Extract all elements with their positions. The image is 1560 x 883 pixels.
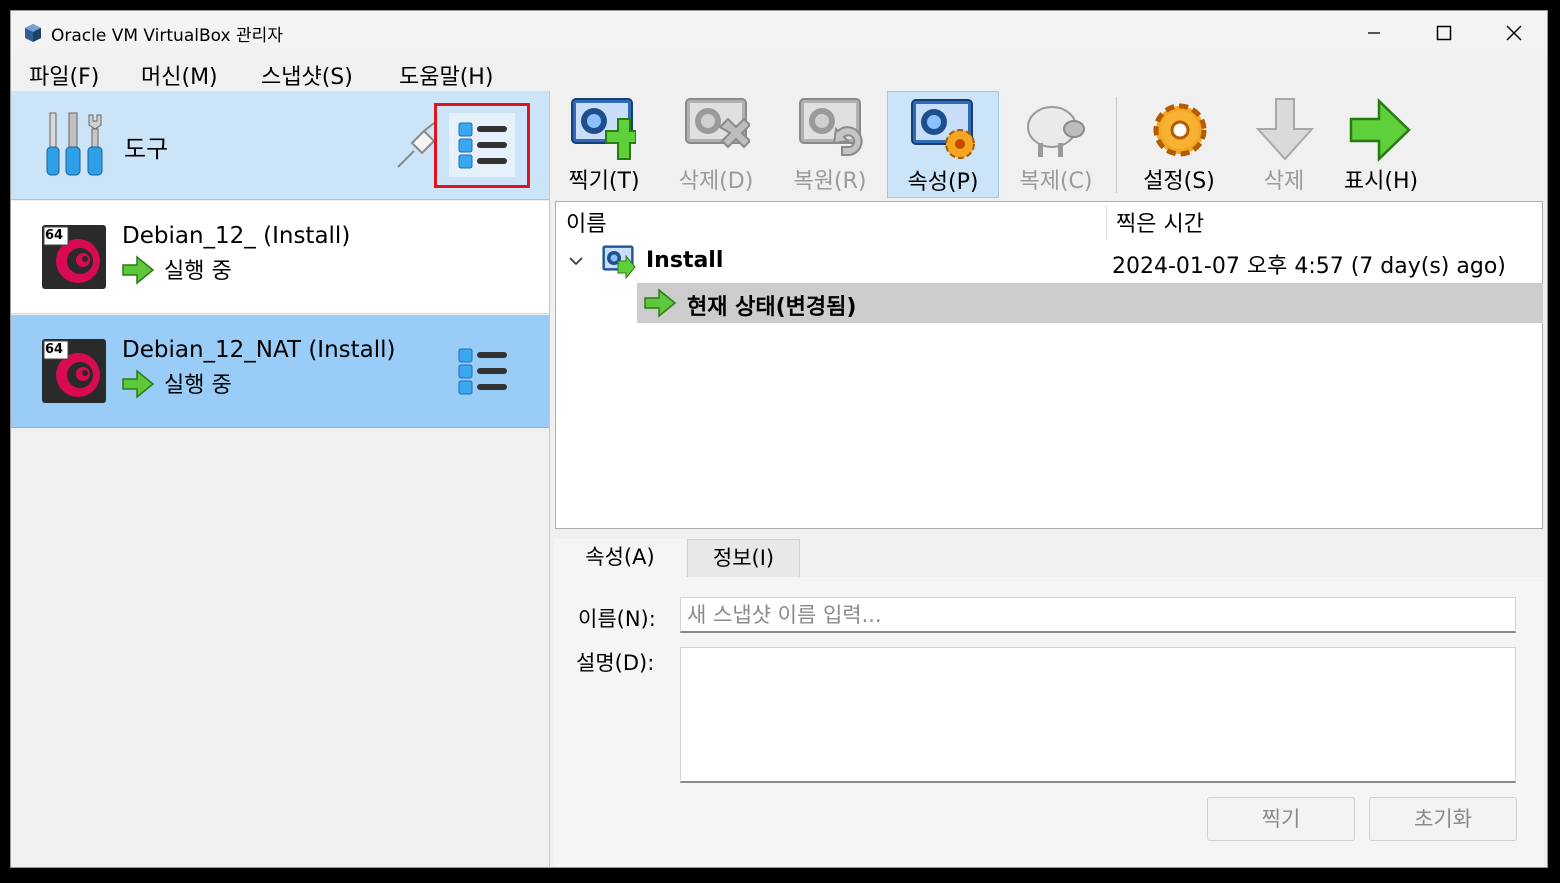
tools-item[interactable]: 도구 <box>11 91 549 200</box>
restore-snapshot-button[interactable]: 복원(R) <box>780 91 880 199</box>
show-label: 표시(H) <box>1343 169 1419 194</box>
snapshot-name: Install <box>646 248 724 273</box>
virtualbox-window: Oracle VM VirtualBox 관리자 파일(F) 머신(M) 스냅샷… <box>10 10 1548 868</box>
take-label: 찍기(T) <box>568 169 640 194</box>
tools-icon <box>46 112 103 176</box>
snapshot-online-icon <box>602 245 636 279</box>
settings-gear-icon <box>1153 103 1207 157</box>
vm-state: 실행 중 <box>164 373 232 398</box>
settings-label: 설정(S) <box>1143 169 1215 194</box>
properties-panel: 이름(N): 설명(D): 찍기 초기화 <box>554 577 1544 867</box>
vm-menu-icon[interactable] <box>449 339 515 403</box>
clone-button[interactable]: 복제(C) <box>1006 91 1106 199</box>
chevron-down-icon[interactable] <box>568 255 584 267</box>
running-arrow-icon <box>122 369 155 399</box>
maximize-button[interactable] <box>1409 11 1479 55</box>
delete-snapshot-icon <box>685 98 750 149</box>
tools-label: 도구 <box>124 135 169 163</box>
menu-file[interactable]: 파일(F) <box>29 59 99 91</box>
minimize-button[interactable] <box>1339 11 1409 55</box>
arch-badge: 64 <box>45 228 64 243</box>
current-state-row[interactable]: 현재 상태(변경됨) <box>637 283 1543 323</box>
snapshot-properties-button[interactable]: 속성(P) <box>887 91 999 198</box>
discard-button[interactable]: 삭제 <box>1234 91 1334 199</box>
vm-snapshot-text: (Install) <box>263 223 351 249</box>
clone-label: 복제(C) <box>1019 169 1093 194</box>
snapshot-name-input[interactable] <box>680 597 1516 633</box>
vm-item-debian-12[interactable]: 64 Debian_12_ (Install) 실행 중 <box>11 201 549 314</box>
column-time-header[interactable]: 찍은 시간 <box>1116 206 1204 238</box>
description-label: 설명(D): <box>576 651 655 675</box>
menu-bar: 파일(F) 머신(M) 스냅샷(S) 도움말(H) <box>11 55 1547 91</box>
properties-gear-icon <box>911 99 975 159</box>
snapshot-details: 속성(A) 정보(I) 이름(N): 설명(D): 찍기 초기화 <box>554 539 1544 867</box>
vm-snapshot-text: (Install) <box>308 337 396 363</box>
take-snapshot-icon <box>571 98 636 160</box>
discard-arrow-icon <box>1255 98 1315 161</box>
running-arrow-icon <box>122 255 155 285</box>
toolbar-separator <box>1116 97 1117 193</box>
show-button[interactable]: 표시(H) <box>1331 91 1431 199</box>
take-snapshot-button[interactable]: 찍기(T) <box>554 91 654 199</box>
settings-button[interactable]: 설정(S) <box>1129 91 1229 199</box>
show-arrow-icon <box>1349 98 1411 162</box>
properties-label: 속성(P) <box>907 170 979 195</box>
window-title: Oracle VM VirtualBox 관리자 <box>51 26 283 46</box>
snapshot-row-install[interactable]: Install 2024-01-07 오후 4:57 (7 day(s) ago… <box>556 243 1542 281</box>
current-state-label: 현재 상태(변경됨) <box>687 295 857 320</box>
vm-name-text: Debian_12_ <box>122 223 256 249</box>
restore-snapshot-icon <box>799 98 863 156</box>
sheep-icon <box>1027 106 1085 157</box>
menu-help[interactable]: 도움말(H) <box>399 59 493 91</box>
snapshot-pane: 찍기(T) 삭제(D) 복원(R) 속성(P) 복제(C) 설정(S) 삭제 표… <box>554 91 1547 867</box>
snapshot-time: 2024-01-07 오후 4:57 (7 day(s) ago) <box>1112 254 1506 279</box>
tab-properties[interactable]: 속성(A) <box>554 539 686 577</box>
column-separator[interactable] <box>1106 206 1107 240</box>
delete-snapshot-button[interactable]: 삭제(D) <box>666 91 766 199</box>
menu-machine[interactable]: 머신(M) <box>141 59 218 91</box>
menu-snapshot[interactable]: 스냅샷(S) <box>261 59 353 91</box>
tab-info[interactable]: 정보(I) <box>687 539 800 577</box>
column-name-header[interactable]: 이름 <box>566 206 606 238</box>
current-state-arrow-icon <box>644 288 677 318</box>
title-bar: Oracle VM VirtualBox 관리자 <box>11 11 1547 55</box>
delete-label: 삭제(D) <box>678 169 754 194</box>
highlight-box <box>434 103 530 188</box>
take-button[interactable]: 찍기 <box>1207 797 1355 841</box>
snapshot-description-input[interactable] <box>680 647 1516 783</box>
name-label: 이름(N): <box>578 607 656 631</box>
maximize-icon <box>1436 25 1452 41</box>
machine-list-pane: 도구 64 Debian_12_ (Install) 실행 중 64 Debia… <box>11 91 550 867</box>
vm-name: Debian_12_ (Install) <box>122 223 350 249</box>
arch-badge: 64 <box>45 342 64 357</box>
reset-button[interactable]: 초기화 <box>1369 797 1517 841</box>
restore-label: 복원(R) <box>793 169 867 194</box>
vm-state: 실행 중 <box>164 259 232 284</box>
vm-name: Debian_12_NAT (Install) <box>122 337 396 363</box>
close-icon <box>1506 25 1522 41</box>
virtualbox-logo-icon <box>25 24 41 42</box>
vm-name-text: Debian_12_NAT <box>122 337 301 363</box>
minimize-icon <box>1368 32 1380 34</box>
snapshot-tree: 이름 찍은 시간 Install 2024-01-07 오후 4:57 (7 d… <box>555 201 1543 529</box>
close-button[interactable] <box>1479 11 1547 55</box>
vm-item-debian-12-nat[interactable]: 64 Debian_12_NAT (Install) 실행 중 <box>11 315 549 428</box>
discard-label: 삭제 <box>1263 169 1305 194</box>
